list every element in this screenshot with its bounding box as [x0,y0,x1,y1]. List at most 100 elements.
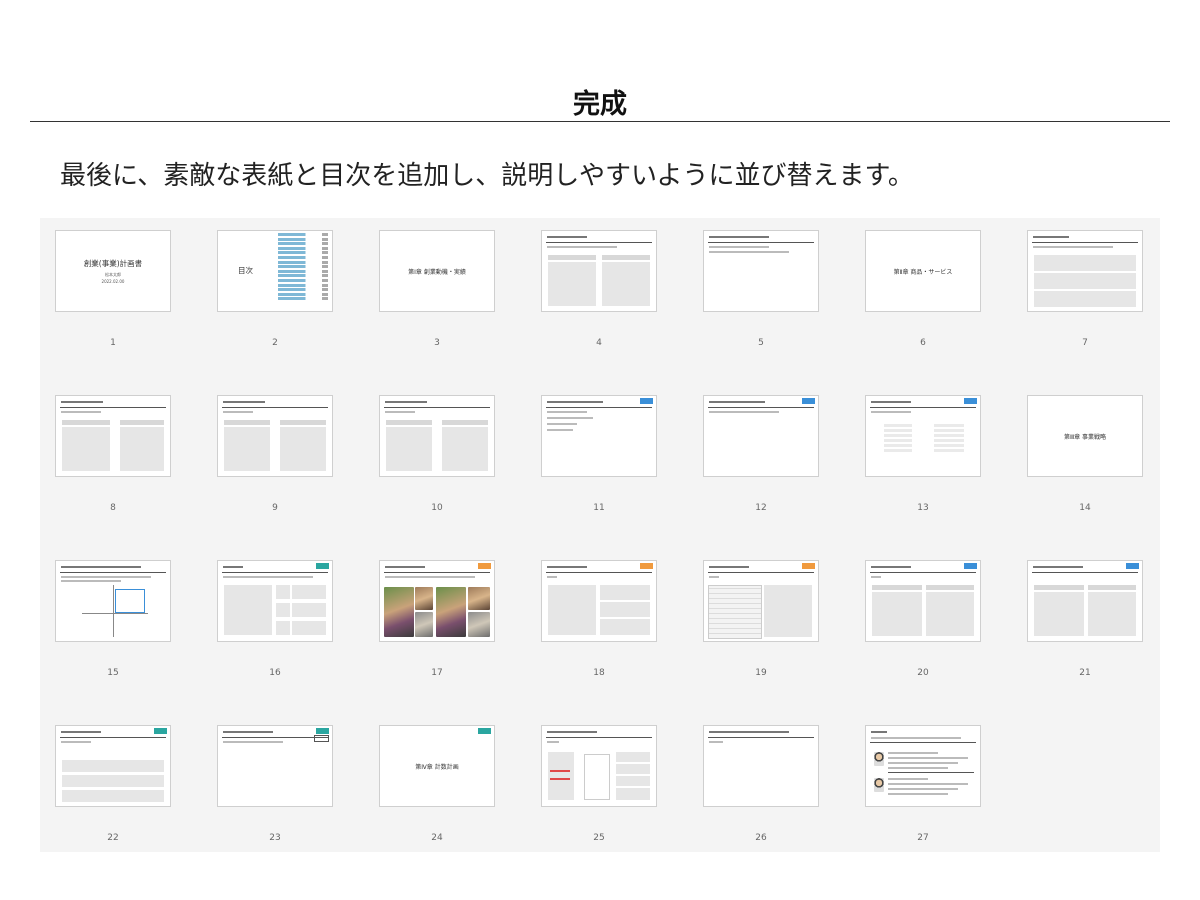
chapter-title: 第Ⅱ章 商品・サービス [893,268,953,276]
hair-photo [468,587,490,610]
slide-thumbnail-19[interactable] [703,560,819,642]
slide-cell: 17 [379,560,495,725]
slide-thumbnail-14[interactable]: 第Ⅲ章 事業戦略 [1027,395,1143,477]
cover-title: 創業(事業)計画書 [83,259,143,268]
slide-number: 6 [920,338,926,348]
chapter-title: 第Ⅲ章 事業戦略 [1063,433,1107,441]
cover-date: 2022.02.00 [101,279,125,284]
slide-cell: 第Ⅲ章 事業戦略 14 [1027,395,1143,560]
slide-cell: 20 [865,560,981,725]
slide-number: 19 [755,668,767,678]
slide-thumbnail-15[interactable] [55,560,171,642]
slide-number: 3 [434,338,440,348]
slide-number: 26 [755,833,767,843]
slide-thumbnail-9[interactable] [217,395,333,477]
slide-cell: 5 [703,230,819,395]
slide-thumbnail-20[interactable] [865,560,981,642]
slide-cell: 26 [703,725,819,890]
slide-cell: 7 [1027,230,1143,395]
slide-thumbnail-16[interactable] [217,560,333,642]
profile-photo [874,752,884,766]
toc-title: 目次 [238,266,253,275]
slide-cell: 11 [541,395,657,560]
floor-plan [708,585,762,639]
toc-list [278,233,328,302]
slide-thumbnail-11[interactable] [541,395,657,477]
slide-number: 15 [107,668,119,678]
slide-cell: 第Ⅳ章 計数計画 24 [379,725,495,890]
slide-number: 21 [1079,668,1091,678]
slide-thumbnails: 創業(事業)計画書 松本太郎 2022.02.00 1 目次 2 第Ⅰ章 創業動… [55,230,1155,890]
slide-thumbnail-18[interactable] [541,560,657,642]
slide-thumbnail-13[interactable] [865,395,981,477]
hair-photo [415,587,433,610]
slide-cell: 27 [865,725,981,890]
hair-photo [468,612,490,637]
slide-thumbnail-6[interactable]: 第Ⅱ章 商品・サービス [865,230,981,312]
slide-cell: 19 [703,560,819,725]
slide-cell: 16 [217,560,333,725]
slide-number: 22 [107,833,119,843]
slide-thumbnail-26[interactable] [703,725,819,807]
chapter-title: 第Ⅳ章 計数計画 [415,763,459,771]
slide-thumbnail-1[interactable]: 創業(事業)計画書 松本太郎 2022.02.00 [55,230,171,312]
slide-number: 11 [593,503,605,513]
slide-number: 16 [269,668,281,678]
slide-cell: 目次 2 [217,230,333,395]
slide-number: 9 [272,503,278,513]
hair-photo [384,587,414,637]
slide-thumbnail-25[interactable] [541,725,657,807]
hair-photo [436,587,466,637]
slide-number: 5 [758,338,764,348]
slide-thumbnail-27[interactable] [865,725,981,807]
slide-cell: 22 [55,725,171,890]
slide-cell: 9 [217,395,333,560]
slide-thumbnail-24[interactable]: 第Ⅳ章 計数計画 [379,725,495,807]
slide-cell: 18 [541,560,657,725]
slide-cell: 4 [541,230,657,395]
slide-cell: 創業(事業)計画書 松本太郎 2022.02.00 1 [55,230,171,395]
slide-cell: 23 [217,725,333,890]
slide-thumbnail-23[interactable] [217,725,333,807]
slide-number: 25 [593,833,605,843]
profile-photo [874,778,884,792]
slide-number: 7 [1082,338,1088,348]
slide-thumbnail-21[interactable] [1027,560,1143,642]
slide-thumbnail-10[interactable] [379,395,495,477]
slide-number: 8 [110,503,116,513]
slide-thumbnail-4[interactable] [541,230,657,312]
slide-thumbnail-7[interactable] [1027,230,1143,312]
slide-number: 4 [596,338,602,348]
page-subtitle: 最後に、素敵な表紙と目次を追加し、説明しやすいように並び替えます。 [60,161,914,191]
slide-number: 1 [110,338,116,348]
chapter-title: 第Ⅰ章 創業動機・実績 [408,268,466,276]
slide-cell: 12 [703,395,819,560]
slide-cell: 第Ⅰ章 創業動機・実績 3 [379,230,495,395]
slide-thumbnail-5[interactable] [703,230,819,312]
slide-number: 23 [269,833,281,843]
slide-thumbnail-17[interactable] [379,560,495,642]
slide-cell: 13 [865,395,981,560]
slide-thumbnail-12[interactable] [703,395,819,477]
slide-thumbnail-2[interactable]: 目次 [217,230,333,312]
slide-cell: 10 [379,395,495,560]
slide-cell: 第Ⅱ章 商品・サービス 6 [865,230,981,395]
slide-number: 13 [917,503,929,513]
slide-cell: 25 [541,725,657,890]
slide-thumbnail-22[interactable] [55,725,171,807]
slide-number: 20 [917,668,929,678]
slide-number: 14 [1079,503,1091,513]
slide-thumbnail-3[interactable]: 第Ⅰ章 創業動機・実績 [379,230,495,312]
slide-cell: 15 [55,560,171,725]
slide-cell: 21 [1027,560,1143,725]
slide-number: 17 [431,668,443,678]
slide-sorter: 創業(事業)計画書 松本太郎 2022.02.00 1 目次 2 第Ⅰ章 創業動… [40,218,1160,852]
slide-number: 12 [755,503,767,513]
cover-author: 松本太郎 [105,272,121,277]
slide-thumbnail-8[interactable] [55,395,171,477]
slide-number: 24 [431,833,443,843]
hair-photo [415,612,433,637]
slide-number: 18 [593,668,605,678]
slide-number: 10 [431,503,443,513]
slide-cell: 8 [55,395,171,560]
